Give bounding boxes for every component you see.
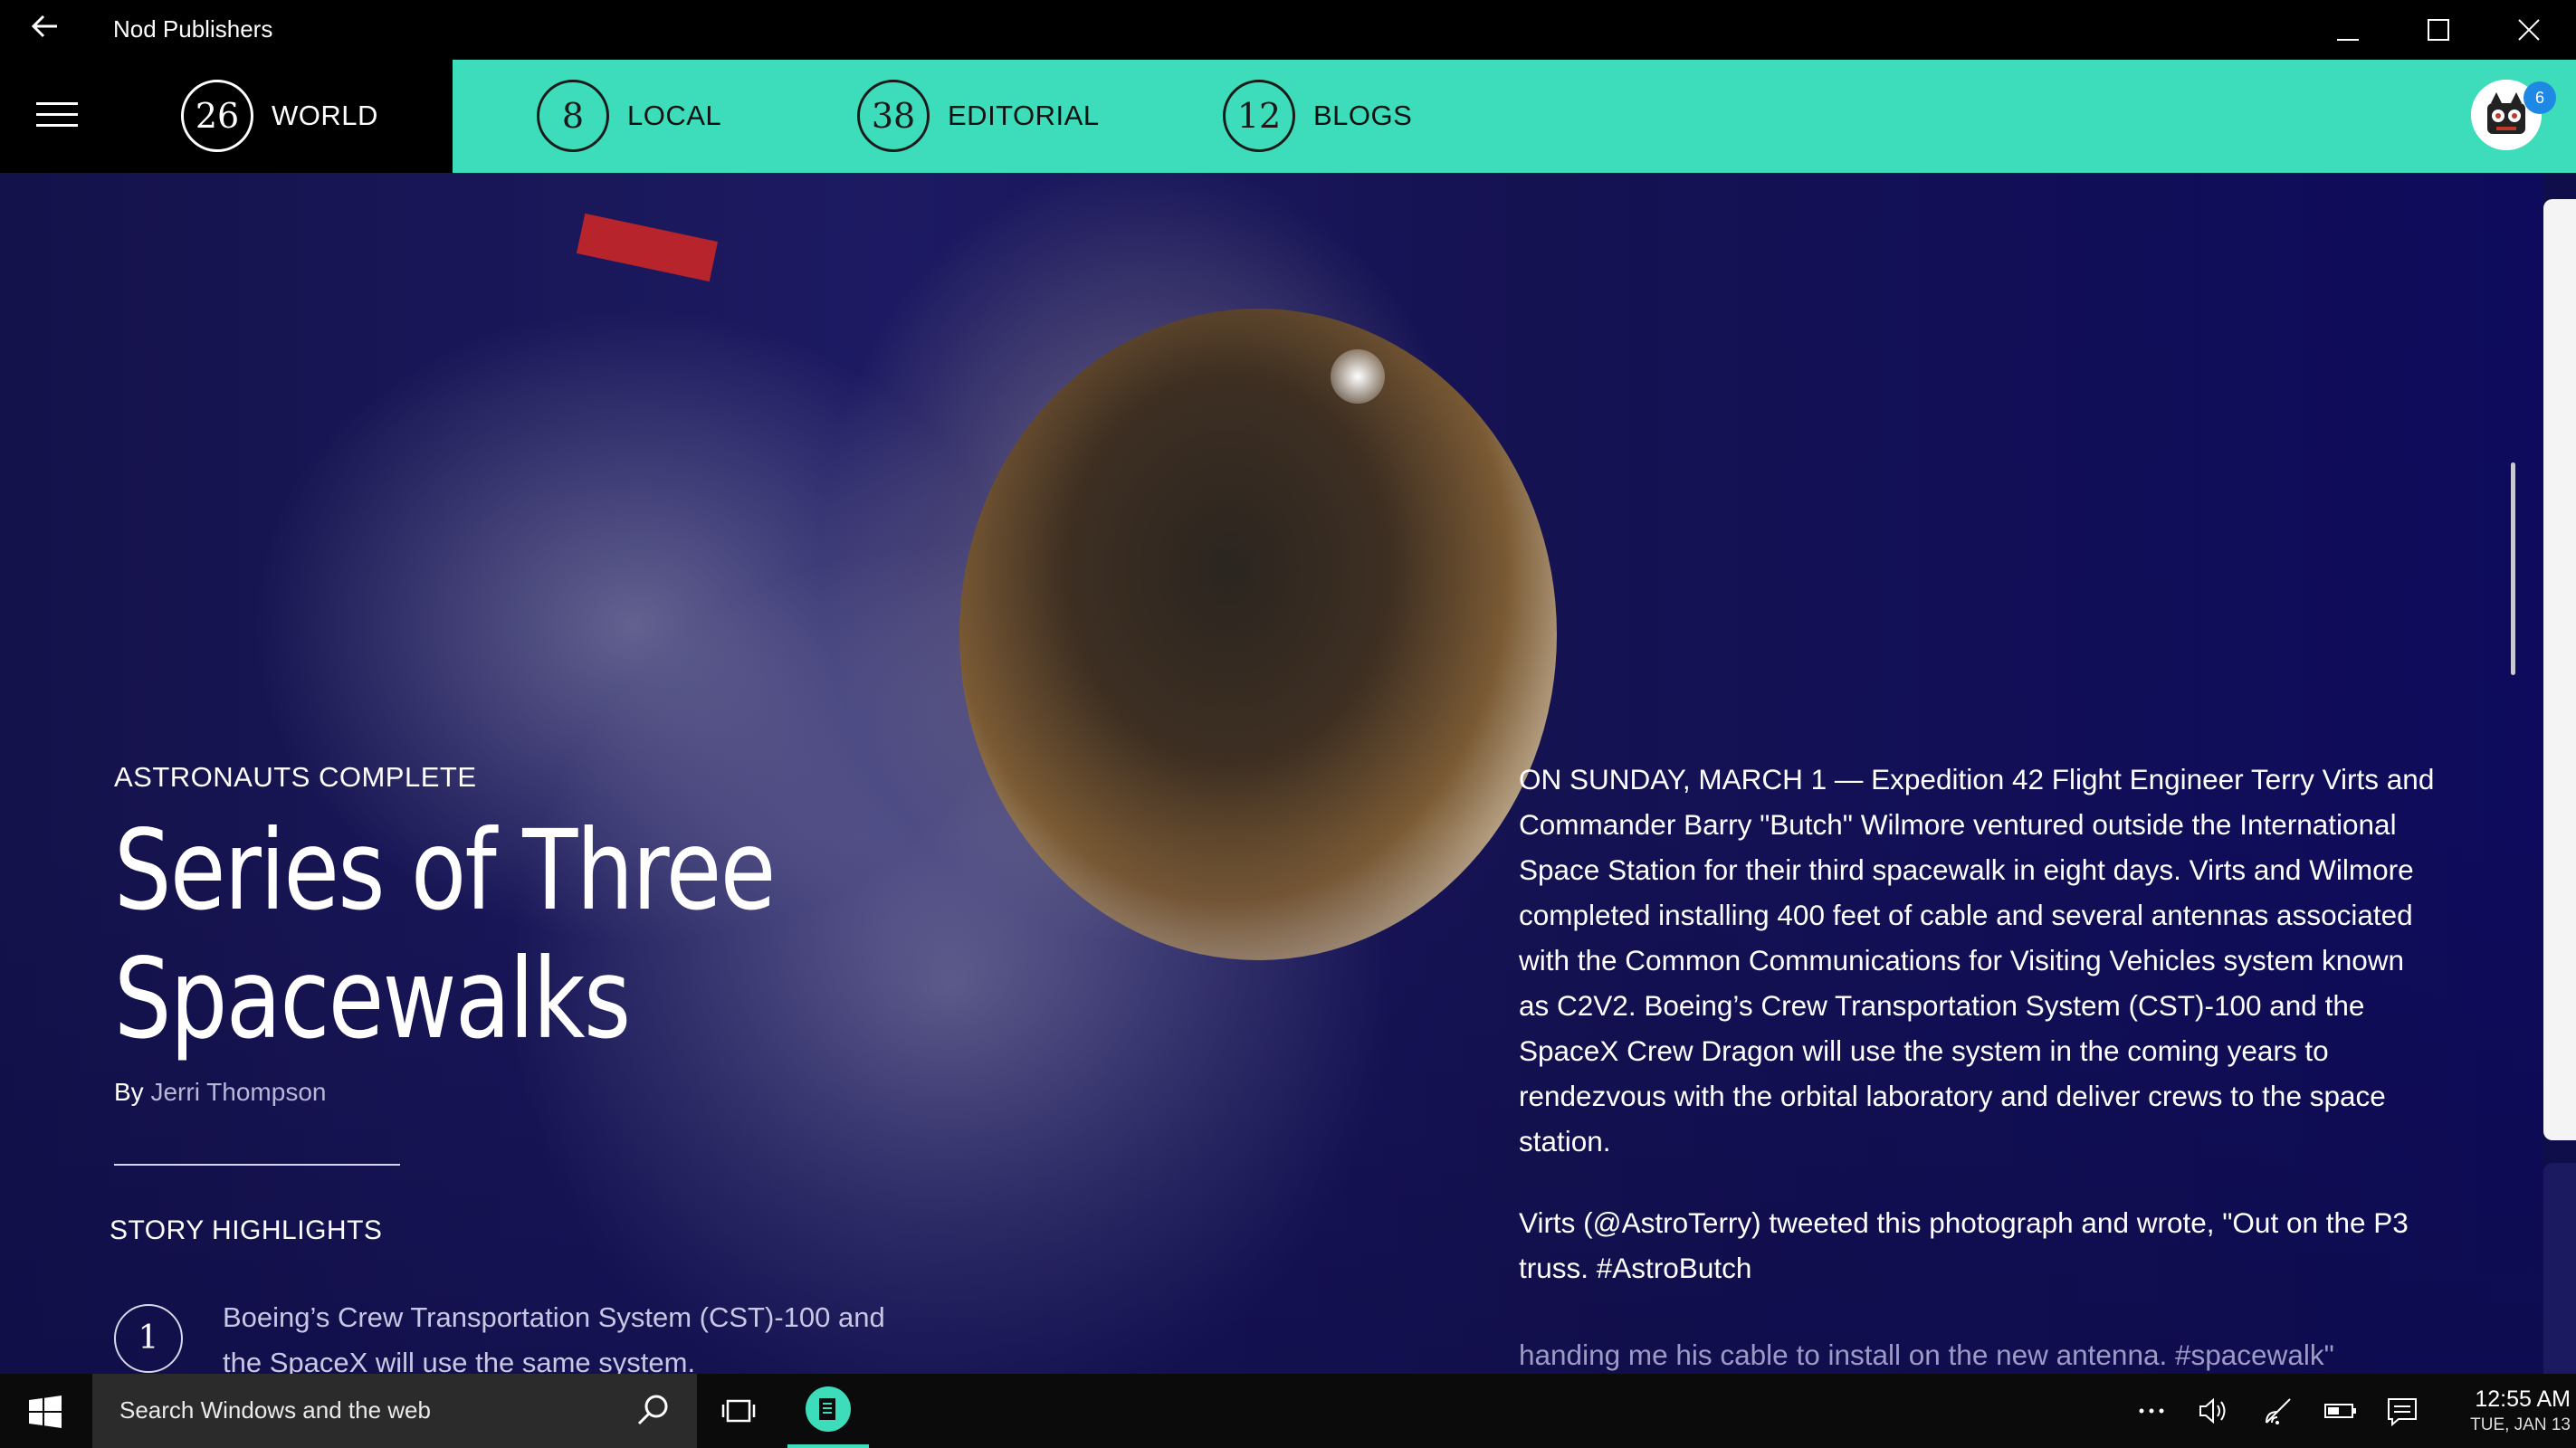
hamburger-menu-icon[interactable]: [36, 102, 78, 131]
nav-left-panel: 26 WORLD: [0, 60, 453, 173]
search-placeholder: Search Windows and the web: [119, 1396, 431, 1424]
taskbar-app-nod[interactable]: [787, 1374, 869, 1448]
nav-label: EDITORIAL: [948, 100, 1100, 131]
windows-start-icon: [29, 1396, 62, 1428]
maximize-icon: [2428, 19, 2449, 41]
nav-count: 26: [181, 80, 253, 152]
title-bar: Nod Publishers: [0, 0, 2576, 60]
minimize-icon: [2337, 39, 2359, 41]
wifi-icon: [2266, 1398, 2291, 1424]
start-button[interactable]: [0, 1374, 91, 1448]
nav-item-editorial[interactable]: 38 EDITORIAL: [857, 78, 1100, 154]
nav-label: LOCAL: [627, 100, 722, 131]
task-view-icon[interactable]: [720, 1396, 757, 1426]
headline-line-1: Series of Three: [114, 806, 776, 935]
maximize-button[interactable]: [2411, 7, 2466, 52]
nav-item-world[interactable]: 26 WORLD: [181, 78, 378, 154]
volume-icon: [2199, 1397, 2226, 1424]
hero-image: ASTRONAUTS COMPLETE Series of Three Spac…: [0, 173, 2543, 1374]
nav-count: 38: [857, 80, 930, 152]
nav-item-local[interactable]: 8 LOCAL: [537, 78, 721, 154]
nav-label: BLOGS: [1313, 100, 1413, 131]
taskbar: Search Windows and the web 12:55 AM TUE,…: [0, 1374, 2576, 1448]
highlight-text: Boeing’s Crew Transportation System (CST…: [223, 1301, 885, 1374]
battery-icon: [2324, 1404, 2356, 1418]
close-button[interactable]: [2502, 7, 2556, 52]
article-paragraph: handing me his cable to install on the n…: [1519, 1338, 2334, 1371]
divider: [114, 1164, 400, 1166]
next-card-peek-lower[interactable]: [2543, 1163, 2576, 1374]
nav-count: 8: [537, 80, 609, 152]
more-icon: [2139, 1408, 2164, 1414]
article-headline: Series of Three Spacewalks: [114, 806, 782, 1063]
close-icon: [2518, 19, 2540, 41]
nav-count: 12: [1223, 80, 1295, 152]
article-paragraph: Virts (@AstroTerry) tweeted this photogr…: [1519, 1206, 2409, 1284]
clock-date: TUE, JAN 13: [2470, 1415, 2571, 1434]
clock[interactable]: 12:55 AM TUE, JAN 13: [2453, 1385, 2571, 1437]
back-arrow-icon[interactable]: [27, 11, 63, 47]
notifications-icon: [2388, 1398, 2417, 1427]
article-paragraph: ON SUNDAY, MARCH 1 — Expedition 42 Fligh…: [1519, 763, 2435, 1157]
article-body: ON SUNDAY, MARCH 1 — Expedition 42 Fligh…: [1519, 757, 2442, 1374]
article-kicker: ASTRONAUTS COMPLETE: [114, 761, 477, 793]
clock-time: 12:55 AM: [2475, 1386, 2571, 1412]
author-link[interactable]: Jerri Thompson: [150, 1078, 326, 1106]
search-box[interactable]: Search Windows and the web: [92, 1374, 697, 1448]
app-icon: [806, 1386, 851, 1432]
section-nav-bar: 26 WORLD 8 LOCAL 38 EDITORIAL 12 BLOGS 6: [0, 60, 2576, 173]
minimize-button[interactable]: [2321, 7, 2375, 52]
app-title: Nod Publishers: [113, 15, 273, 43]
nav-label: WORLD: [272, 100, 378, 131]
headline-line-2: Spacewalks: [114, 935, 631, 1063]
story-highlights-title: STORY HIGHLIGHTS: [110, 1215, 383, 1245]
next-card-peek[interactable]: [2543, 199, 2576, 1140]
byline: By Jerri Thompson: [114, 1078, 326, 1107]
scrollbar-thumb[interactable]: [2511, 462, 2515, 675]
notification-badge: 6: [2524, 81, 2556, 114]
search-icon: [637, 1395, 668, 1425]
nav-item-blogs[interactable]: 12 BLOGS: [1223, 78, 1412, 154]
highlight-number: 1: [114, 1304, 183, 1373]
byline-prefix: By: [114, 1078, 144, 1106]
